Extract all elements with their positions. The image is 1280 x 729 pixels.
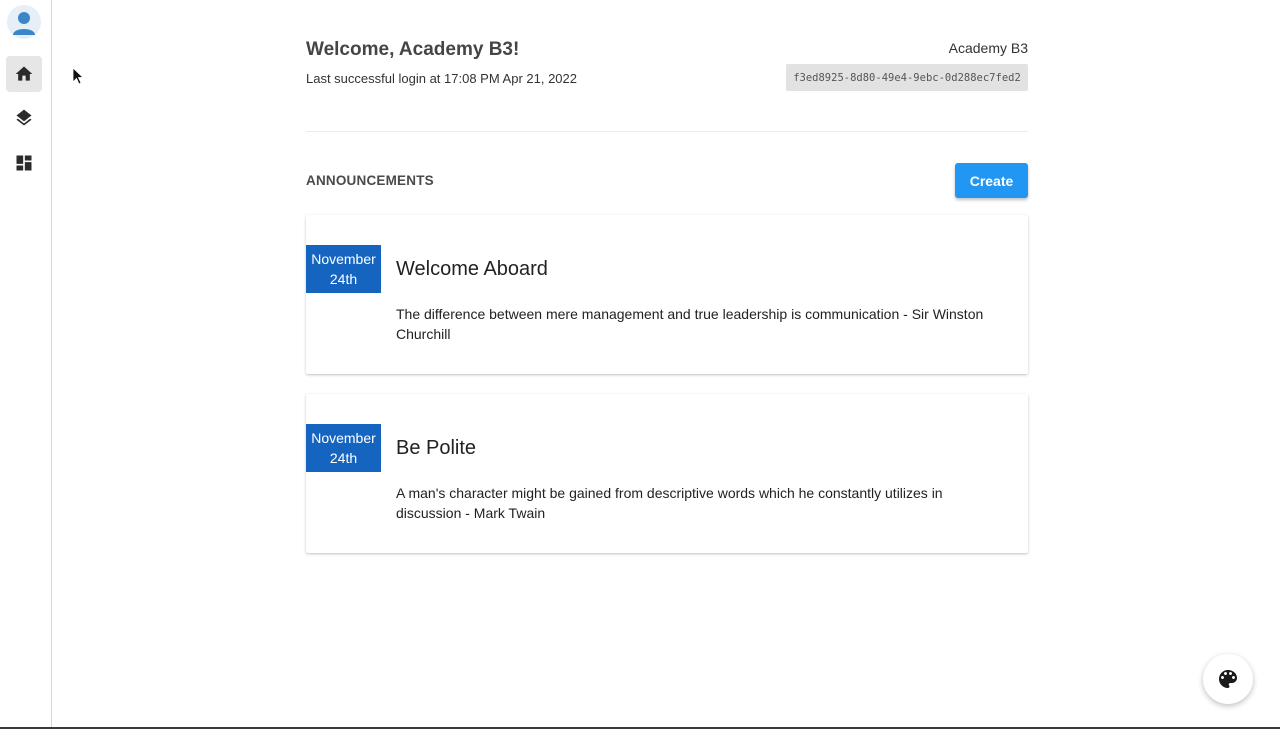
avatar[interactable] [7, 5, 41, 39]
announcement-title: Welcome Aboard [396, 258, 548, 280]
organization-name: Academy B3 [948, 40, 1028, 56]
page-title: Welcome, Academy B3! [306, 39, 520, 60]
sidebar [0, 0, 52, 729]
date-badge: November 24th [306, 424, 381, 472]
organization-id-badge: f3ed8925-8d80-49e4-9ebc-0d288ec7fed2 [786, 64, 1028, 91]
last-login-text: Last successful login at 17:08 PM Apr 21… [306, 71, 578, 86]
create-announcement-button[interactable]: Create [955, 163, 1028, 198]
theme-palette-button[interactable] [1203, 654, 1253, 704]
user-avatar-icon [13, 12, 35, 35]
date-month: November [311, 430, 376, 446]
divider [306, 131, 1028, 132]
announcement-body: The difference between mere management a… [396, 306, 984, 342]
announcement-card[interactable]: November 24th Welcome Aboard The differe… [306, 215, 1028, 374]
mouse-cursor-icon [72, 67, 84, 85]
sidebar-item-home[interactable] [6, 56, 42, 92]
announcement-card[interactable]: November 24th Be Polite A man's characte… [306, 394, 1028, 553]
home-icon [15, 66, 33, 81]
layers-icon [16, 109, 32, 126]
palette-icon [1219, 670, 1237, 688]
date-badge: November 24th [306, 245, 381, 293]
date-day: 24th [329, 271, 358, 287]
date-month: November [311, 251, 376, 267]
announcement-title: Be Polite [396, 437, 477, 459]
dashboard-icon [16, 155, 32, 171]
date-day: 24th [329, 450, 358, 466]
sidebar-item-layers[interactable] [6, 100, 42, 136]
announcements-title: ANNOUNCEMENTS [306, 173, 434, 188]
announcement-body: A man's character might be gained from d… [396, 485, 943, 521]
sidebar-item-dashboard[interactable] [6, 145, 42, 181]
